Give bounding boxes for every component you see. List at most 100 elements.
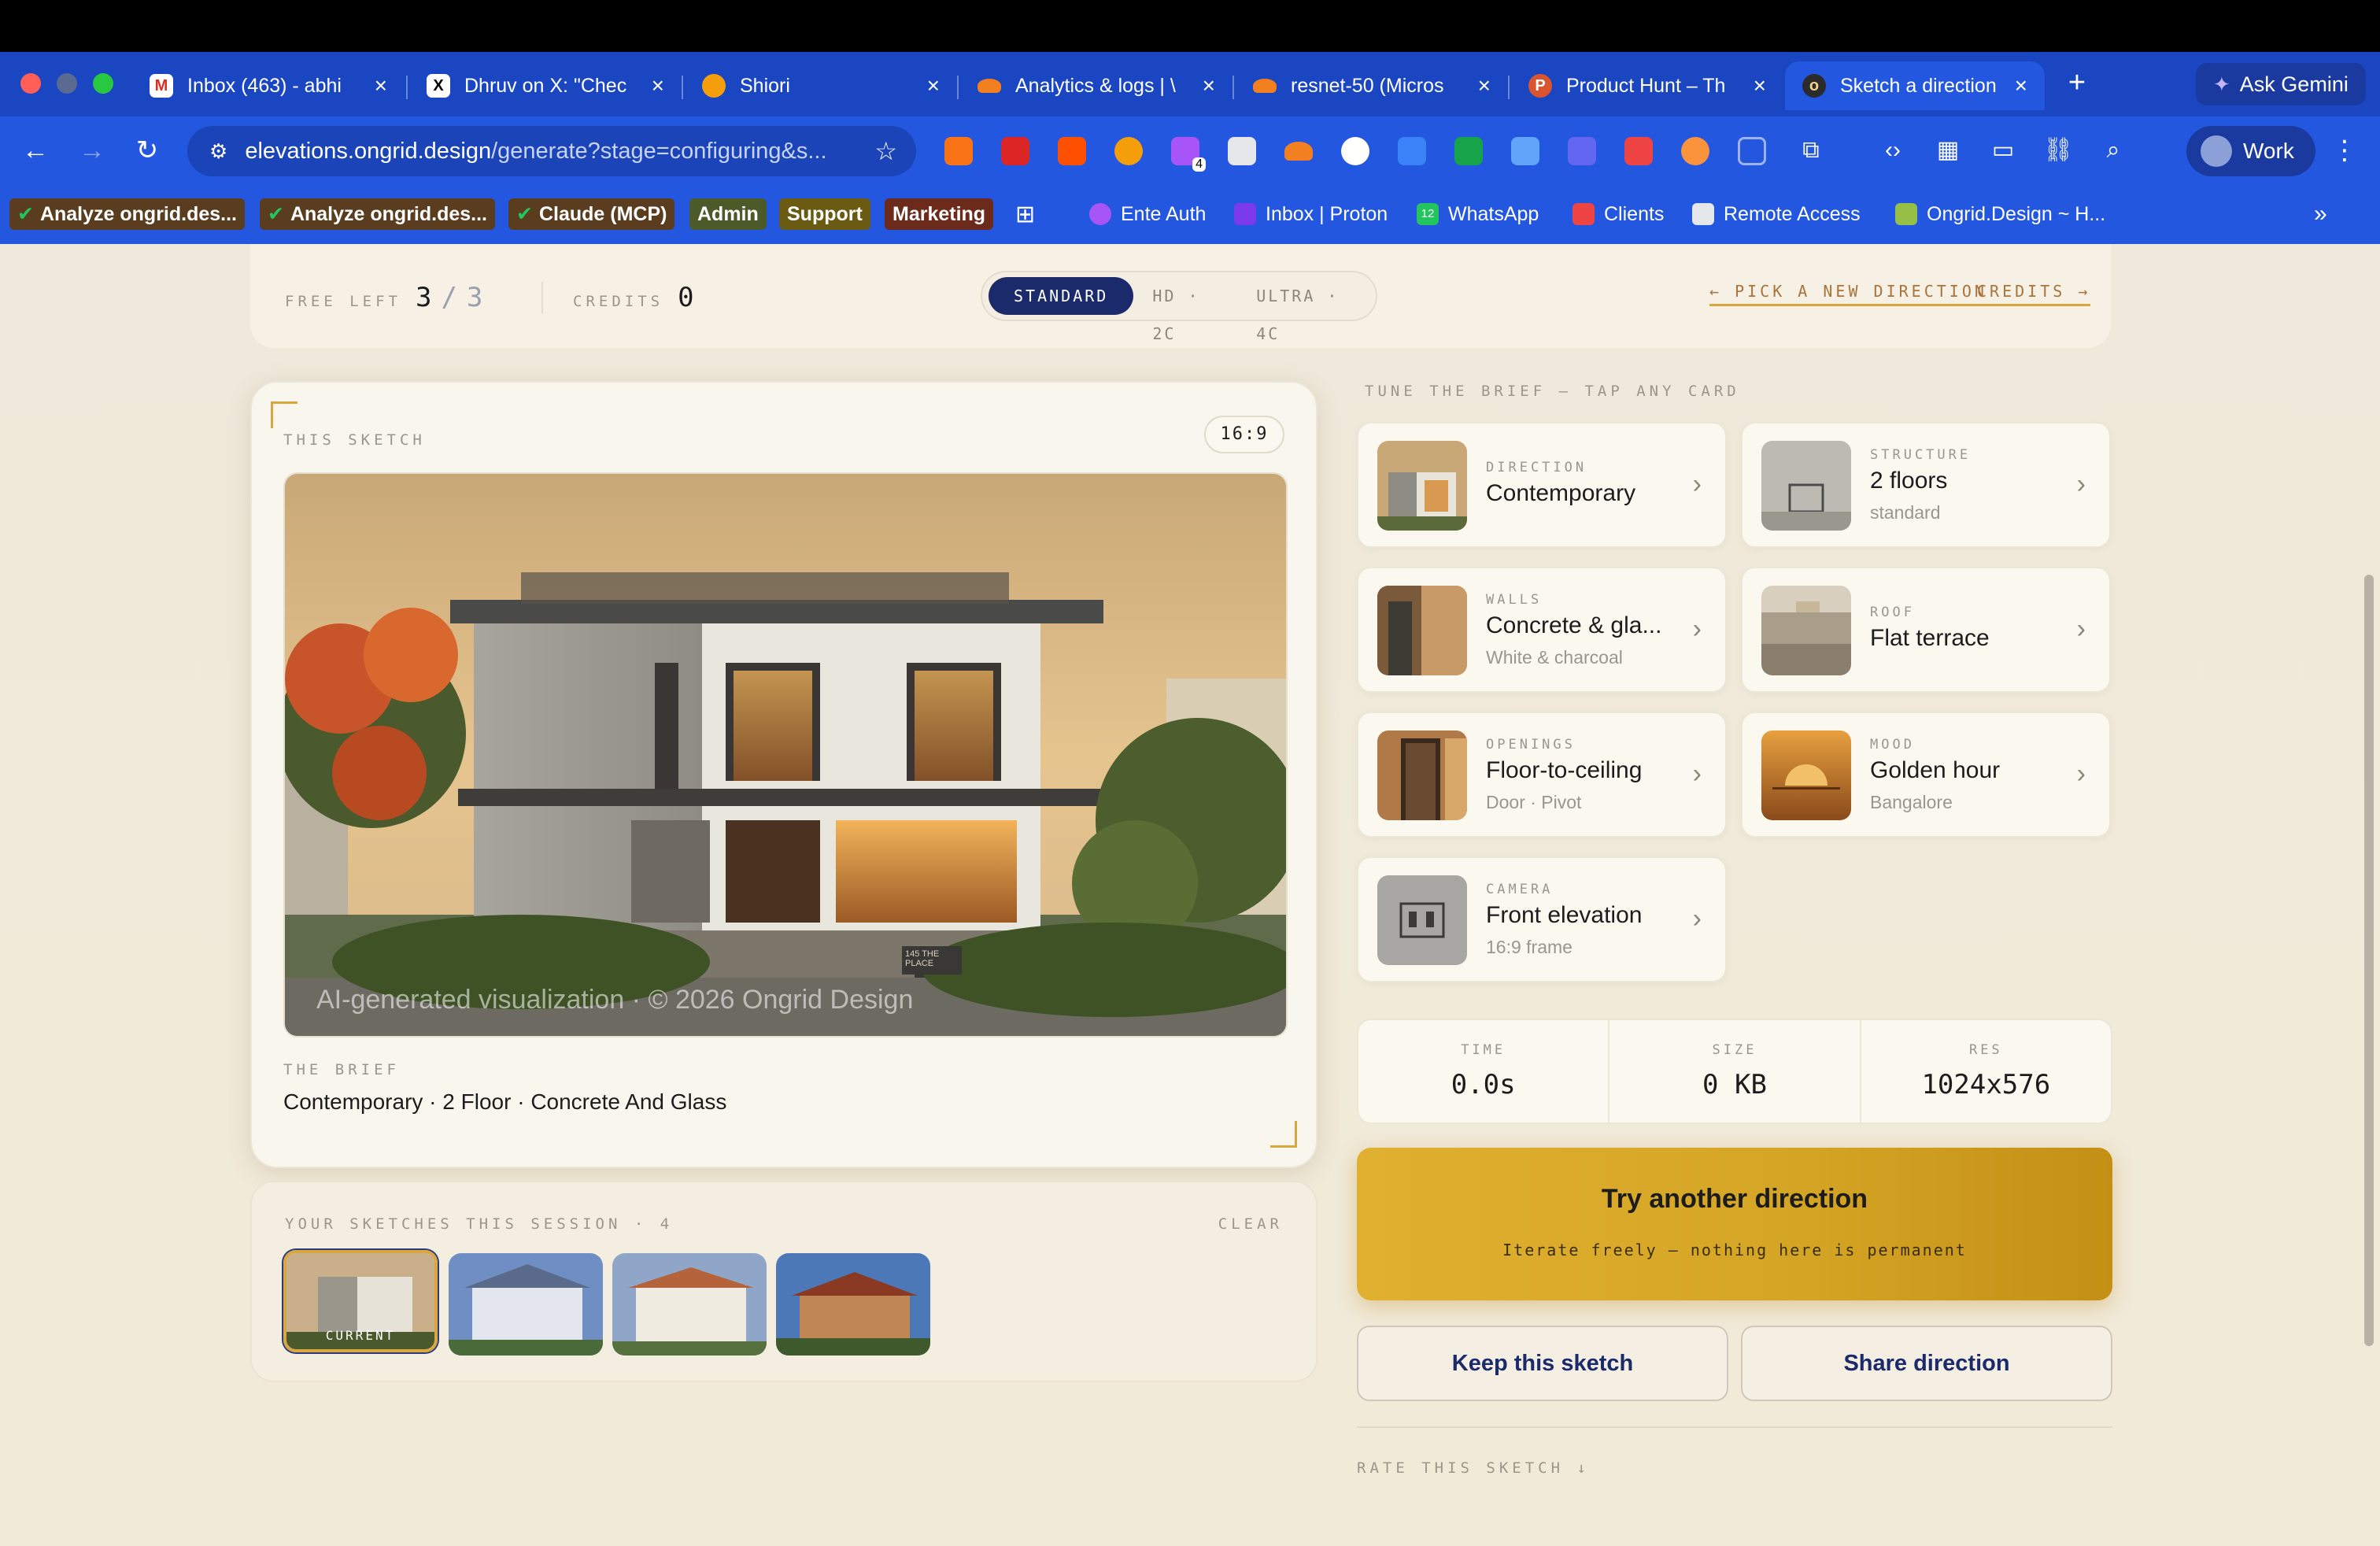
close-tab-icon[interactable]: ×: [2015, 73, 2027, 98]
close-tab-icon[interactable]: ×: [927, 73, 940, 98]
option-card-camera[interactable]: CAMERA Front elevation 16:9 frame ›: [1357, 856, 1727, 982]
bookmark-analyze-2[interactable]: ✔ Analyze ongrid.des...: [260, 198, 496, 230]
option-card-mood[interactable]: MOOD Golden hour Bangalore ›: [1741, 712, 2111, 838]
session-thumbnail[interactable]: [612, 1253, 767, 1356]
extension-icon[interactable]: [1568, 137, 1596, 165]
bookmark-analyze-1[interactable]: ✔ Analyze ongrid.des...: [9, 198, 246, 230]
try-another-direction-button[interactable]: Try another direction Iterate freely — n…: [1357, 1148, 2112, 1300]
apps-grid-icon[interactable]: ⊞: [1015, 198, 1035, 230]
option-card-openings[interactable]: OPENINGS Floor-to-ceiling Door · Pivot ›: [1357, 712, 1727, 838]
quality-hd[interactable]: HD · 2C: [1133, 277, 1237, 343]
profile-button[interactable]: Work: [2186, 126, 2315, 176]
page-scrollbar[interactable]: [2364, 575, 2374, 1346]
drive-extension-icon[interactable]: [1454, 137, 1483, 165]
mood-thumbnail: [1761, 730, 1851, 820]
option-card-roof[interactable]: ROOF Flat terrace ›: [1741, 567, 2111, 693]
extension-icon[interactable]: [1511, 137, 1539, 165]
bookmark-proton[interactable]: Inbox | Proton: [1234, 198, 1388, 230]
share-direction-button[interactable]: Share direction: [1741, 1326, 2112, 1401]
layout-icon[interactable]: ▦: [1928, 131, 1968, 170]
claude-extension-icon[interactable]: [1681, 137, 1709, 165]
extension-icon[interactable]: [1341, 137, 1369, 165]
bookmark-remote-access[interactable]: Remote Access: [1692, 198, 1861, 230]
devtools-icon[interactable]: ‹›: [1873, 131, 1913, 170]
extension-icon[interactable]: [1228, 137, 1256, 165]
session-thumbnail[interactable]: [776, 1253, 930, 1356]
extension-icon[interactable]: [944, 137, 973, 165]
chevron-right-icon: ›: [2076, 469, 2086, 499]
forward-button[interactable]: →: [72, 131, 112, 170]
tab-sketch-direction[interactable]: o Sketch a direction ×: [1785, 61, 2045, 110]
extension-icon[interactable]: [1624, 137, 1653, 165]
reload-button[interactable]: ↻: [128, 131, 167, 170]
keep-sketch-button[interactable]: Keep this sketch: [1357, 1326, 1728, 1401]
bookmark-label: Marketing: [893, 202, 986, 225]
credits-label: CREDITS: [573, 293, 664, 310]
zoom-window-button[interactable]: [93, 73, 113, 94]
free-left-value: 3: [415, 282, 432, 313]
bookmark-ongrid[interactable]: Ongrid.Design ~ H...: [1895, 198, 2105, 230]
credits-link[interactable]: CREDITS →: [1977, 282, 2091, 306]
option-card-structure[interactable]: STRUCTURE 2 floors standard ›: [1741, 422, 2111, 548]
option-card-walls[interactable]: WALLS Concrete & gla... White & charcoal…: [1357, 567, 1727, 693]
address-bar[interactable]: ⚙ elevations.ongrid.design/generate?stag…: [187, 126, 916, 176]
extension-icon[interactable]: 4: [1171, 137, 1206, 172]
tab-resnet[interactable]: resnet-50 (Micros ×: [1236, 61, 1508, 110]
extension-badge: 4: [1192, 157, 1206, 172]
rate-sketch-link[interactable]: RATE THIS SKETCH ↓: [1357, 1459, 1590, 1477]
tab-gmail[interactable]: M Inbox (463) - abhi ×: [132, 61, 405, 110]
clear-button[interactable]: CLEAR: [1218, 1215, 1283, 1233]
session-thumbnail[interactable]: CURRENT: [283, 1250, 438, 1352]
tab-shiori[interactable]: Shiori ×: [685, 61, 957, 110]
more-menu-icon[interactable]: ⋮: [2325, 131, 2364, 170]
url-path: /generate?stage=configuring&s...: [491, 138, 827, 164]
stat-value: 1024x576: [1921, 1069, 2051, 1100]
responsive-icon[interactable]: ▭: [1983, 131, 2023, 170]
search-tab-icon[interactable]: ⌕: [2094, 131, 2133, 170]
option-key: STRUCTURE: [1870, 447, 1972, 463]
tab-cloudflare-analytics[interactable]: Analytics & logs | \ ×: [960, 61, 1232, 110]
ask-gemini-button[interactable]: ✦ Ask Gemini: [2196, 63, 2366, 105]
bookmark-support[interactable]: Support: [779, 198, 870, 230]
bookmark-marketing[interactable]: Marketing: [885, 198, 994, 230]
bookmark-whatsapp[interactable]: 12 WhatsApp: [1417, 198, 1539, 230]
seo-extension-icon[interactable]: [1001, 137, 1029, 165]
quality-ultra[interactable]: ULTRA · 4C: [1237, 277, 1369, 343]
cloudflare-extension-icon[interactable]: [1284, 142, 1313, 161]
zapier-extension-icon[interactable]: [1058, 137, 1086, 165]
close-tab-icon[interactable]: ×: [375, 73, 387, 98]
bookmark-clients[interactable]: Clients: [1572, 198, 1664, 230]
bookmark-ente-auth[interactable]: Ente Auth: [1089, 198, 1206, 230]
back-button[interactable]: ←: [16, 131, 55, 170]
close-tab-icon[interactable]: ×: [652, 73, 664, 98]
pick-new-direction-link[interactable]: ← PICK A NEW DIRECTION: [1709, 282, 1987, 306]
close-tab-icon[interactable]: ×: [1478, 73, 1491, 98]
close-window-button[interactable]: [20, 73, 41, 94]
gmail-icon: M: [150, 74, 173, 98]
extension-icon[interactable]: [1398, 137, 1426, 165]
close-tab-icon[interactable]: ×: [1203, 73, 1215, 98]
tab-separator: [406, 76, 408, 99]
remote-icon: [1692, 203, 1714, 225]
stat-key: SIZE: [1712, 1042, 1757, 1058]
bookmark-claude-mcp[interactable]: ✔ Claude (MCP): [508, 198, 675, 230]
bookmark-admin[interactable]: Admin: [689, 198, 767, 230]
bookmark-star-icon[interactable]: ☆: [874, 136, 897, 166]
option-card-direction[interactable]: DIRECTION Contemporary ›: [1357, 422, 1727, 548]
extension-icon[interactable]: [1738, 137, 1766, 165]
sketch-image[interactable]: AI-generated visualization · © 2026 Ongr…: [283, 472, 1288, 1037]
close-tab-icon[interactable]: ×: [1754, 73, 1766, 98]
credits-value: 0: [678, 282, 694, 313]
tab-producthunt[interactable]: P Product Hunt – Th ×: [1511, 61, 1783, 110]
quality-standard[interactable]: STANDARD: [989, 277, 1134, 315]
minimize-window-button[interactable]: [57, 73, 77, 94]
link-icon[interactable]: ⛓: [2038, 131, 2078, 170]
site-info-icon[interactable]: ⚙: [209, 139, 227, 164]
session-thumbnail[interactable]: [449, 1253, 603, 1356]
extensions-puzzle-icon[interactable]: ⧉: [1791, 131, 1831, 170]
tab-x[interactable]: X Dhruv on X: "Chec ×: [409, 61, 682, 110]
rss-extension-icon[interactable]: [1114, 137, 1143, 165]
bookmarks-overflow-icon[interactable]: »: [2314, 198, 2327, 230]
tab-separator: [1508, 76, 1510, 99]
new-tab-button[interactable]: +: [2057, 63, 2097, 102]
